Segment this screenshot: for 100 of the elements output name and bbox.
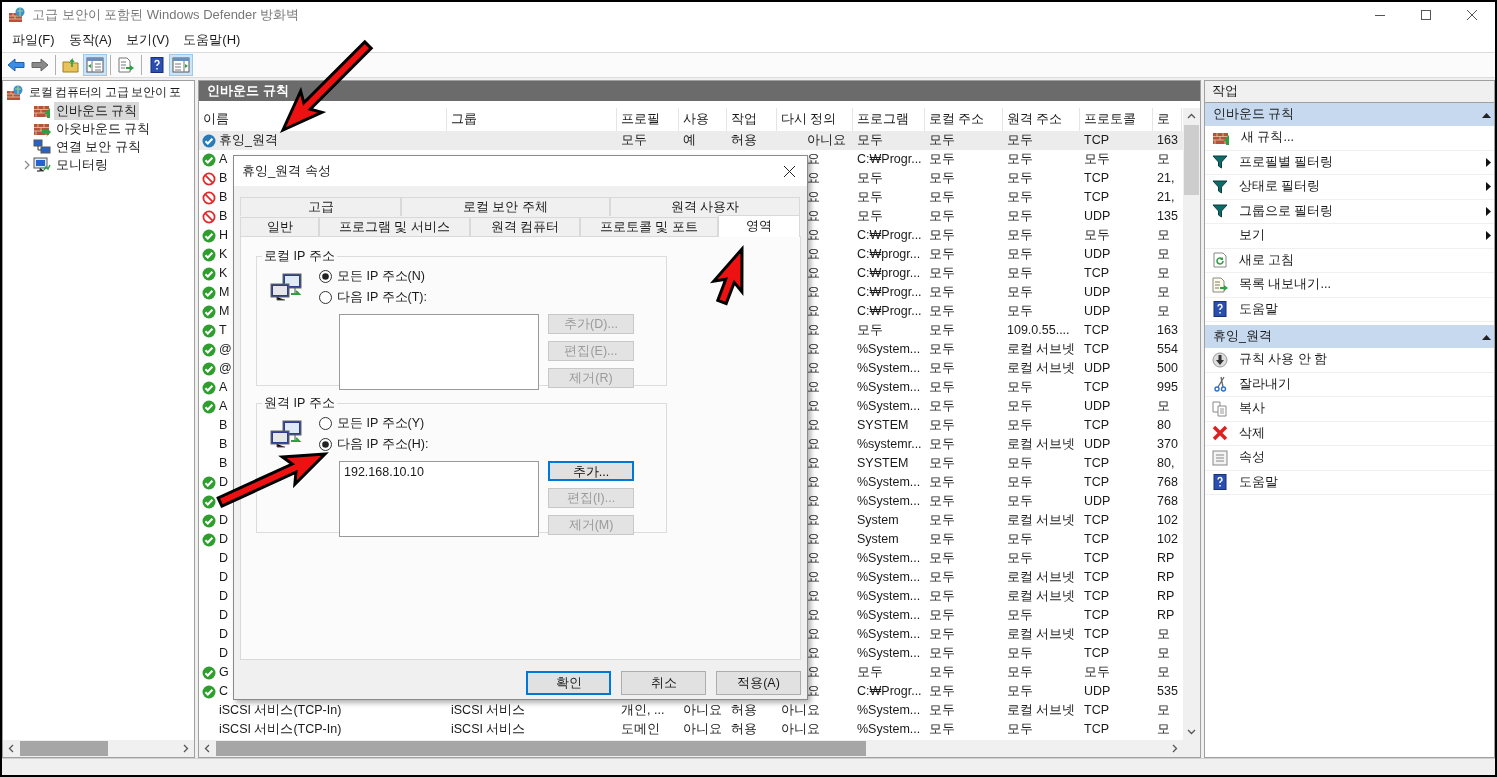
table-cell: TCP xyxy=(1084,646,1109,661)
table-cell: 모두 xyxy=(929,247,955,262)
table-cell: 모두 xyxy=(929,627,955,642)
table-cell-text: @ xyxy=(219,360,232,378)
table-cell: 요 xyxy=(807,266,820,281)
table-cell-text: G xyxy=(219,664,229,682)
table-cell: 모두 xyxy=(929,285,955,300)
table-cell: 모두 xyxy=(929,209,955,224)
table-cell: 허용 xyxy=(731,722,757,737)
table-cell: 모 xyxy=(1157,665,1170,680)
table-cell: 모두 xyxy=(1007,475,1033,490)
table-cell: 500 xyxy=(1157,361,1178,376)
table-cell: 허용 xyxy=(731,133,757,148)
table-cell: %systemr... xyxy=(857,437,922,452)
table-cell: TCP xyxy=(1084,532,1109,547)
table-cell: 모두 xyxy=(1007,304,1033,319)
table-cell: 모두 xyxy=(1007,152,1033,167)
table-cell: 모두 xyxy=(929,703,955,718)
table-cell: 로컬 서브넷 xyxy=(1007,627,1076,642)
table-cell: RP xyxy=(1157,589,1175,604)
table-cell: 모두 xyxy=(1007,646,1033,661)
table-cell-text: K xyxy=(219,246,228,264)
table-cell: 요 xyxy=(807,171,820,186)
table-cell: C:₩progr... xyxy=(857,247,921,262)
table-cell: 모두 xyxy=(857,665,883,680)
table-cell: 요 xyxy=(807,570,820,585)
table-cell: 모두 xyxy=(929,608,955,623)
table-cell: 모두 xyxy=(621,133,647,148)
table-cell: 요 xyxy=(807,608,820,623)
table-cell: 모두 xyxy=(929,399,955,414)
table-cell: 768 xyxy=(1157,475,1178,490)
table-cell-text: H xyxy=(219,227,229,245)
table-cell: 109.0.55.... xyxy=(1007,323,1070,338)
table-cell: 370 xyxy=(1157,437,1178,452)
table-cell: 80, xyxy=(1157,456,1175,471)
table-cell: 모두 xyxy=(929,133,955,148)
table-cell: 모두 xyxy=(929,456,955,471)
table-cell: C:₩Progr... xyxy=(857,228,922,243)
dialog-title: 휴잉_원격 속성 xyxy=(242,162,332,181)
table-cell: 로컬 서브넷 xyxy=(1007,361,1076,376)
table-cell: 102 xyxy=(1157,532,1178,547)
table-cell: 모두 xyxy=(1084,152,1110,167)
table-cell: 요 xyxy=(807,285,820,300)
table-cell: %System... xyxy=(857,722,921,737)
table-cell: 모두 xyxy=(1007,456,1033,471)
table-cell: 모두 xyxy=(929,171,955,186)
table-cell: TCP xyxy=(1084,190,1109,205)
table-cell-text: D xyxy=(219,588,229,606)
table-cell-text: B xyxy=(219,189,228,207)
window-title: 고급 보안이 포함된 Windows Defender 방화벽 xyxy=(32,6,300,25)
table-cell: 요 xyxy=(807,152,820,167)
table-cell: 모 xyxy=(1157,722,1170,737)
table-cell: %System... xyxy=(857,380,921,395)
table-cell: 모두 xyxy=(929,646,955,661)
table-cell: UDP xyxy=(1084,304,1111,319)
table-cell: 모두 xyxy=(929,266,955,281)
table-cell-text: 휴잉_원격 xyxy=(219,132,278,150)
table-cell: 요 xyxy=(807,532,820,547)
table-cell: 요 xyxy=(807,551,820,566)
table-cell: 모 xyxy=(1157,152,1170,167)
table-cell: 모두 xyxy=(1007,228,1033,243)
table-cell: SYSTEM xyxy=(857,418,909,433)
table-cell: C:₩progr... xyxy=(857,266,921,281)
table-cell: 요 xyxy=(807,418,820,433)
table-cell-text: iSCSI 서비스(TCP-In) xyxy=(219,702,342,720)
table-cell: 요 xyxy=(807,399,820,414)
table-cell: TCP xyxy=(1084,551,1109,566)
table-cell: 모두 xyxy=(929,570,955,585)
table-cell: 요 xyxy=(807,437,820,452)
table-cell-text: D xyxy=(219,531,229,549)
table-cell: 모두 xyxy=(929,551,955,566)
table-cell: 모두 xyxy=(929,152,955,167)
table-cell: 모두 xyxy=(1007,608,1033,623)
pane-title: 작업 xyxy=(1212,83,1238,101)
table-cell: 모두 xyxy=(857,209,883,224)
table-cell: 80 xyxy=(1157,418,1171,433)
table-cell: UDP xyxy=(1084,247,1111,262)
table-cell: 모 xyxy=(1157,285,1170,300)
table-cell-text: A xyxy=(219,151,228,169)
table-cell: 모두 xyxy=(1007,722,1033,737)
table-cell: 모두 xyxy=(929,684,955,699)
table-cell: 모두 xyxy=(929,532,955,547)
table-cell-text: M xyxy=(219,284,230,302)
table-cell: 768 xyxy=(1157,494,1178,509)
table-cell: 모두 xyxy=(929,589,955,604)
table-cell: TCP xyxy=(1084,133,1109,148)
table-cell-text: D xyxy=(219,569,229,587)
table-cell: %System... xyxy=(857,570,921,585)
table-cell: %System... xyxy=(857,627,921,642)
table-cell: 요 xyxy=(807,665,820,680)
table-cell: 요 xyxy=(807,646,820,661)
table-cell-text: D xyxy=(219,512,229,530)
table-cell: 요 xyxy=(807,589,820,604)
table-cell: 모두 xyxy=(1007,665,1033,680)
table-cell: TCP xyxy=(1084,456,1109,471)
table-cell: 모두 xyxy=(929,228,955,243)
table-cell: TCP xyxy=(1084,342,1109,357)
table-cell: 모두 xyxy=(1007,380,1033,395)
table-cell: System xyxy=(857,513,899,528)
table-cell-text: A xyxy=(219,398,228,416)
